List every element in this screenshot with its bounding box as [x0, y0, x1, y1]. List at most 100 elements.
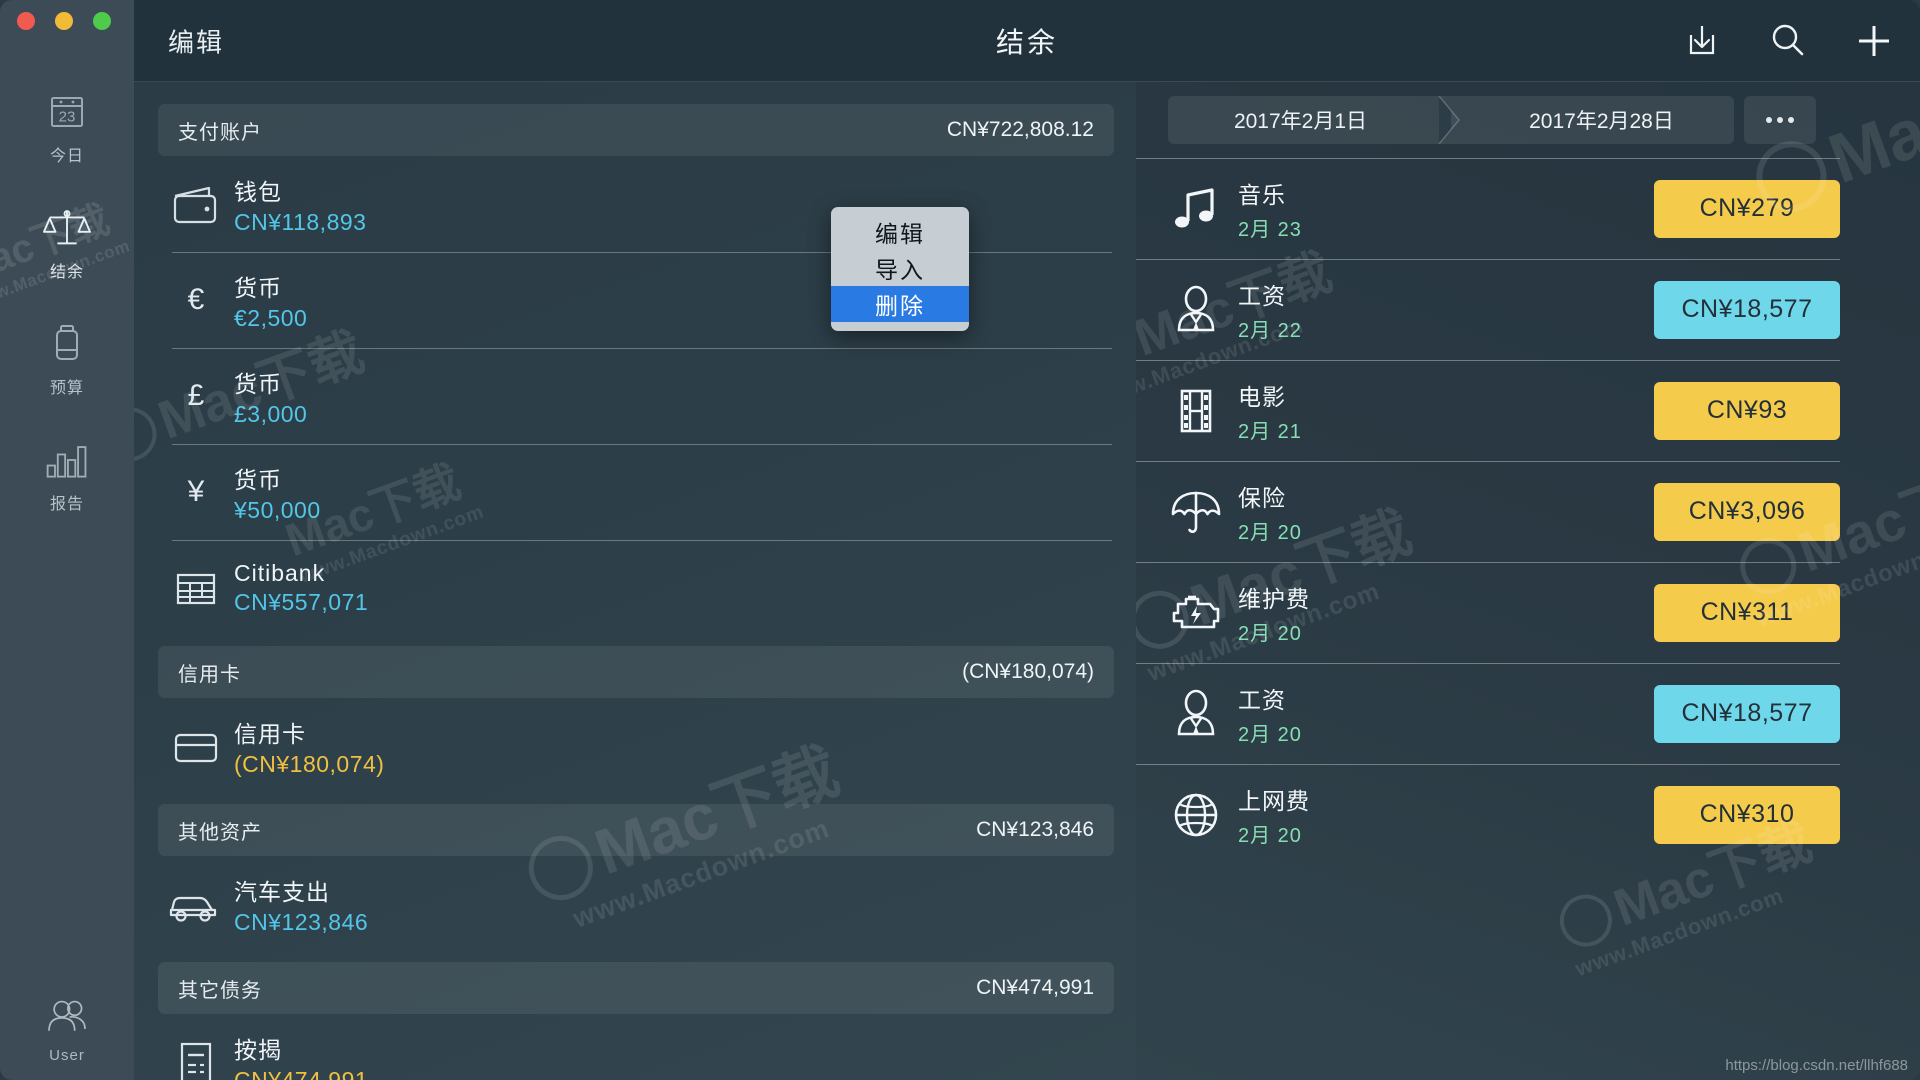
account-name: 信用卡	[234, 720, 306, 747]
account-section-header[interactable]: 信用卡 (CN¥180,074)	[158, 646, 1114, 698]
transaction-date: 2月 20	[1238, 824, 1302, 847]
sidebar-item-user[interactable]: User	[0, 993, 134, 1064]
transaction-row[interactable]: 维护费 2月 20 CN¥311	[1136, 562, 1880, 663]
account-section-header[interactable]: 支付账户 CN¥722,808.12	[158, 104, 1114, 156]
sidebar-nav: 23 今日 结余 预算 报告	[0, 78, 134, 542]
account-name: 按揭	[234, 1036, 282, 1063]
account-section-header[interactable]: 其它债务 CN¥474,991	[158, 962, 1114, 1014]
account-balance: CN¥118,893	[234, 208, 367, 235]
date-range-selector: 2017年2月1日 2017年2月28日	[1136, 82, 1920, 158]
accounts-panel: 支付账户 CN¥722,808.12 钱包 CN¥118,893 € 货币 €2…	[134, 82, 1136, 1080]
film-strip-icon	[1154, 383, 1238, 439]
transaction-amount[interactable]: CN¥310	[1654, 785, 1840, 844]
account-balance: (CN¥180,074)	[234, 750, 385, 777]
account-name: 货币	[234, 274, 282, 301]
document-icon	[158, 1038, 234, 1080]
section-name: 信用卡	[178, 663, 241, 686]
account-row[interactable]: 信用卡 (CN¥180,074)	[158, 698, 1112, 794]
account-balance: £3,000	[234, 400, 308, 427]
content: 支付账户 CN¥722,808.12 钱包 CN¥118,893 € 货币 €2…	[134, 82, 1920, 1080]
account-name: 钱包	[234, 178, 282, 205]
umbrella-icon	[1154, 484, 1238, 540]
transaction-amount[interactable]: CN¥93	[1654, 381, 1840, 440]
account-row[interactable]: 按揭 CN¥474,991	[158, 1014, 1112, 1080]
page-title: 结余	[995, 26, 1058, 58]
account-balance: CN¥474,991	[234, 1066, 369, 1080]
account-row[interactable]: £ 货币 £3,000	[158, 348, 1112, 444]
person-tie-icon	[1154, 282, 1238, 338]
search-icon[interactable]	[1766, 19, 1810, 63]
account-name: Citibank	[234, 560, 326, 586]
person-tie-icon	[1154, 686, 1238, 742]
account-balance: ¥50,000	[234, 496, 321, 523]
transaction-amount[interactable]: CN¥279	[1654, 179, 1840, 238]
date-range-end-label: 2017年2月28日	[1529, 110, 1674, 133]
sidebar-item-label: 结余	[49, 264, 84, 281]
engine-icon	[1154, 585, 1238, 641]
users-icon	[43, 993, 91, 1041]
dot-icon	[1777, 117, 1783, 123]
transaction-amount[interactable]: CN¥3,096	[1654, 482, 1840, 541]
dot-icon	[1766, 117, 1772, 123]
account-balance: CN¥123,846	[234, 908, 369, 935]
sidebar-item-label: 预算	[49, 380, 84, 397]
transaction-amount[interactable]: CN¥311	[1654, 583, 1840, 642]
sidebar-item-balance[interactable]: 结余	[0, 194, 134, 288]
account-balance: CN¥557,071	[234, 589, 369, 615]
main-window: 编辑 结余 支付账户 CN¥722,808.12 钱包 CN¥118,893 €…	[134, 0, 1920, 1080]
close-window-button[interactable]	[17, 12, 35, 30]
context-menu-item-edit[interactable]: 编辑	[831, 214, 969, 250]
transaction-date: 2月 21	[1238, 420, 1302, 443]
transaction-category: 工资	[1238, 282, 1286, 309]
transaction-row[interactable]: 工资 2月 20 CN¥18,577	[1136, 663, 1880, 764]
date-range-end[interactable]: 2017年2月28日	[1451, 96, 1734, 144]
transaction-category: 上网费	[1238, 787, 1310, 814]
import-icon[interactable]	[1680, 19, 1724, 63]
sidebar-user-label: User	[49, 1047, 85, 1064]
transaction-date: 2月 23	[1238, 218, 1302, 241]
transaction-row[interactable]: 上网费 2月 20 CN¥310	[1136, 764, 1880, 865]
bank-icon	[158, 564, 234, 612]
account-name: 货币	[234, 370, 282, 397]
transaction-date: 2月 20	[1238, 521, 1302, 544]
minimize-window-button[interactable]	[55, 12, 73, 30]
section-total: CN¥474,991	[976, 976, 1094, 999]
transaction-amount[interactable]: CN¥18,577	[1654, 280, 1840, 339]
date-range-start-label: 2017年2月1日	[1233, 110, 1368, 133]
sidebar-item-label: 报告	[49, 496, 84, 513]
account-row[interactable]: 汽车支出 CN¥123,846	[158, 856, 1112, 952]
pound-icon: £	[158, 372, 234, 420]
account-name: 货币	[234, 466, 282, 493]
transaction-row[interactable]: 电影 2月 21 CN¥93	[1136, 360, 1880, 461]
context-menu-item-delete[interactable]: 删除	[831, 286, 969, 322]
context-menu: 编辑 导入 删除	[831, 207, 969, 331]
account-section-header[interactable]: 其他资产 CN¥123,846	[158, 804, 1114, 856]
date-range-start[interactable]: 2017年2月1日	[1168, 95, 1460, 145]
transaction-row[interactable]: 工资 2月 22 CN¥18,577	[1136, 259, 1880, 360]
transaction-amount[interactable]: CN¥18,577	[1654, 684, 1840, 743]
euro-icon: €	[158, 276, 234, 324]
sidebar-item-budget[interactable]: 预算	[0, 310, 134, 404]
transaction-row[interactable]: 音乐 2月 23 CN¥279	[1136, 158, 1880, 259]
svg-text:£: £	[188, 379, 205, 412]
yen-icon: ¥	[158, 468, 234, 516]
csdn-watermark: https://blog.csdn.net/llhf688	[1725, 1057, 1908, 1074]
context-menu-item-import[interactable]: 导入	[831, 250, 969, 286]
transaction-category: 工资	[1238, 686, 1286, 713]
svg-text:€: €	[188, 283, 205, 316]
wallet-icon	[158, 180, 234, 228]
sidebar-item-today[interactable]: 23 今日	[0, 78, 134, 172]
date-range-more-button[interactable]	[1744, 96, 1816, 144]
sidebar-item-reports[interactable]: 报告	[0, 426, 134, 520]
section-total: (CN¥180,074)	[962, 660, 1094, 683]
balance-scale-icon	[43, 204, 91, 252]
transaction-row[interactable]: 保险 2月 20 CN¥3,096	[1136, 461, 1880, 562]
add-icon[interactable]	[1852, 19, 1896, 63]
svg-text:¥: ¥	[187, 475, 205, 508]
globe-icon	[1154, 787, 1238, 843]
section-total: CN¥123,846	[976, 818, 1094, 841]
account-row[interactable]: Citibank CN¥557,071	[158, 540, 1112, 636]
maximize-window-button[interactable]	[93, 12, 111, 30]
account-row[interactable]: ¥ 货币 ¥50,000	[158, 444, 1112, 540]
transaction-list: 音乐 2月 23 CN¥279 工资 2月 22 CN¥18,577 电影 2月…	[1136, 158, 1880, 865]
